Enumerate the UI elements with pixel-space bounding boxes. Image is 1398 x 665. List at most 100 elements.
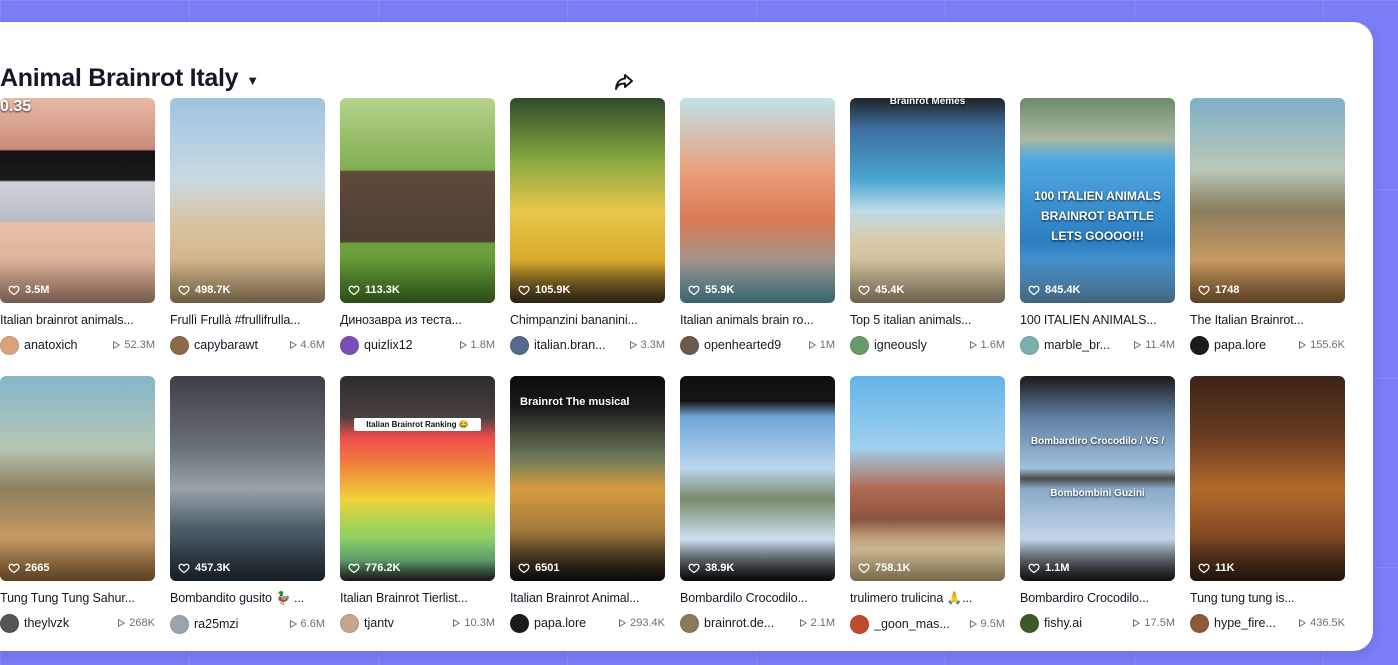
author-name[interactable]: openhearted9 xyxy=(704,338,803,352)
video-card[interactable]: 457.3K Bombandito gusito 🦆 ... ra25mzi 6… xyxy=(170,376,325,634)
video-card[interactable]: 105.9K Chimpanzini bananini... italian.b… xyxy=(510,98,665,355)
view-count-value: 52.3M xyxy=(124,339,155,351)
video-card[interactable]: 498.7K Frullì Frullà #frullifrulla... ca… xyxy=(170,98,325,355)
video-thumbnail[interactable]: 457.3K xyxy=(170,376,325,581)
video-card[interactable]: 758.1K trulimero trulicina 🙏... _goon_ma… xyxy=(850,376,1005,634)
video-meta: capybarawt 4.6M xyxy=(170,335,325,355)
author-name[interactable]: hype_fire... xyxy=(1214,616,1293,630)
author-name[interactable]: quizlix12 xyxy=(364,338,454,352)
thumbnail-overlay-text: Brainrot Memes xyxy=(889,98,966,107)
author-name[interactable]: italian.bran... xyxy=(534,338,624,352)
video-thumbnail[interactable]: 55.9K xyxy=(680,98,835,303)
avatar[interactable] xyxy=(680,335,699,355)
video-caption[interactable]: Chimpanzini bananini... xyxy=(510,313,665,327)
avatar[interactable] xyxy=(680,613,699,633)
video-card[interactable]: Bombardiro Crocodilo / VS / Bombombini G… xyxy=(1020,376,1175,633)
video-caption[interactable]: Tung tung tung is... xyxy=(1190,591,1345,605)
video-thumbnail[interactable]: 11K xyxy=(1190,376,1345,581)
view-count: 293.4K xyxy=(617,617,665,629)
video-caption[interactable]: Frullì Frullà #frullifrulla... xyxy=(170,313,325,327)
avatar[interactable] xyxy=(510,613,529,633)
video-card[interactable]: Italian Brainrot Ranking 😂 776.2K Italia… xyxy=(340,376,495,633)
video-caption[interactable]: 100 ITALIEN ANIMALS... xyxy=(1020,313,1175,327)
video-caption[interactable]: Italian Brainrot Tierlist... xyxy=(340,591,495,605)
avatar[interactable] xyxy=(1020,335,1039,355)
avatar[interactable] xyxy=(510,335,529,355)
author-name[interactable]: theylvzk xyxy=(24,616,112,630)
video-card[interactable]: 100 ITALIEN ANIMALS BRAINROT BATTLE LETS… xyxy=(1020,98,1175,355)
video-card[interactable]: 0.35 3.5M Italian brainrot animals... an… xyxy=(0,98,155,355)
author-name[interactable]: ra25mzi xyxy=(194,617,284,631)
video-card[interactable]: 11K Tung tung tung is... hype_fire... 43… xyxy=(1190,376,1345,633)
author-name[interactable]: igneously xyxy=(874,338,964,352)
video-caption[interactable]: Tung Tung Tung Sahur... xyxy=(0,591,155,605)
video-caption[interactable]: Bombardilo Crocodilo... xyxy=(680,591,835,605)
avatar[interactable] xyxy=(0,335,19,355)
play-icon xyxy=(1132,340,1142,350)
video-caption[interactable]: Bombandito gusito 🦆 ... xyxy=(170,591,325,606)
playlist-header: Animal Brainrot Italy ▼ xyxy=(0,64,259,93)
video-caption[interactable]: Top 5 italian animals... xyxy=(850,313,1005,327)
video-caption[interactable]: Bombardiro Crocodilo... xyxy=(1020,591,1175,605)
author-name[interactable]: anatoxich xyxy=(24,338,107,352)
avatar[interactable] xyxy=(850,335,869,355)
video-card[interactable]: 38.9K Bombardilo Crocodilo... brainrot.d… xyxy=(680,376,835,633)
avatar[interactable] xyxy=(1190,613,1209,633)
author-name[interactable]: papa.lore xyxy=(1214,338,1293,352)
avatar[interactable] xyxy=(340,613,359,633)
video-thumbnail[interactable]: Italian Brainrot Ranking 😂 776.2K xyxy=(340,376,495,581)
video-caption[interactable]: Italian brainrot animals... xyxy=(0,313,155,327)
video-meta: brainrot.de... 2.1M xyxy=(680,613,835,633)
video-thumbnail[interactable]: Bombardiro Crocodilo / VS / Bombombini G… xyxy=(1020,376,1175,581)
avatar[interactable] xyxy=(340,335,359,355)
video-card[interactable]: 113.3K Динозавра из теста... quizlix12 1… xyxy=(340,98,495,355)
video-thumbnail[interactable]: Brainrot The musical 6501 xyxy=(510,376,665,581)
like-count: 2665 xyxy=(8,562,49,574)
video-thumbnail[interactable]: 105.9K xyxy=(510,98,665,303)
video-thumbnail[interactable]: 758.1K xyxy=(850,376,1005,581)
play-icon xyxy=(1297,618,1307,628)
like-count-value: 776.2K xyxy=(365,562,401,574)
video-caption[interactable]: Italian animals brain ro... xyxy=(680,313,835,327)
play-icon xyxy=(807,340,817,350)
avatar[interactable] xyxy=(0,613,19,633)
video-thumbnail[interactable]: 113.3K xyxy=(340,98,495,303)
avatar[interactable] xyxy=(170,614,189,634)
video-card[interactable]: Brainrot The musical 6501 Italian Brainr… xyxy=(510,376,665,633)
video-caption[interactable]: The Italian Brainrot... xyxy=(1190,313,1345,327)
video-thumbnail[interactable]: 0.35 3.5M xyxy=(0,98,155,303)
video-card[interactable]: Brainrot Memes 45.4K Top 5 italian anima… xyxy=(850,98,1005,355)
avatar[interactable] xyxy=(170,335,189,355)
chevron-down-icon[interactable]: ▼ xyxy=(246,73,259,88)
video-caption[interactable]: Italian Brainrot Animal... xyxy=(510,591,665,605)
like-count: 6501 xyxy=(518,562,559,574)
video-caption[interactable]: Динозавра из теста... xyxy=(340,313,495,327)
author-name[interactable]: fishy.ai xyxy=(1044,616,1127,630)
video-caption[interactable]: trulimero trulicina 🙏... xyxy=(850,591,1005,606)
avatar[interactable] xyxy=(1020,613,1039,633)
author-name[interactable]: papa.lore xyxy=(534,616,613,630)
author-name[interactable]: marble_br... xyxy=(1044,338,1128,352)
video-thumbnail[interactable]: 2665 xyxy=(0,376,155,581)
playlist-title: Animal Brainrot Italy xyxy=(0,64,239,92)
author-name[interactable]: _goon_mas... xyxy=(874,617,964,631)
play-icon xyxy=(451,618,461,628)
video-card[interactable]: 2665 Tung Tung Tung Sahur... theylvzk 26… xyxy=(0,376,155,633)
video-thumbnail[interactable]: 498.7K xyxy=(170,98,325,303)
avatar[interactable] xyxy=(1190,335,1209,355)
avatar[interactable] xyxy=(850,614,869,634)
author-name[interactable]: brainrot.de... xyxy=(704,616,794,630)
author-name[interactable]: capybarawt xyxy=(194,338,284,352)
video-thumbnail[interactable]: 100 ITALIEN ANIMALS BRAINROT BATTLE LETS… xyxy=(1020,98,1175,303)
playlist-panel: Animal Brainrot Italy ▼ 0.35 3.5M Italia… xyxy=(0,22,1373,651)
video-thumbnail[interactable]: 1748 xyxy=(1190,98,1345,303)
video-card[interactable]: 55.9K Italian animals brain ro... openhe… xyxy=(680,98,835,355)
author-name[interactable]: tjantv xyxy=(364,616,447,630)
video-meta: igneously 1.6M xyxy=(850,335,1005,355)
video-thumbnail[interactable]: Brainrot Memes 45.4K xyxy=(850,98,1005,303)
share-arrow-icon[interactable] xyxy=(612,70,636,94)
like-count: 105.9K xyxy=(518,284,570,296)
video-thumbnail[interactable]: 38.9K xyxy=(680,376,835,581)
video-card[interactable]: 1748 The Italian Brainrot... papa.lore 1… xyxy=(1190,98,1345,355)
video-meta: _goon_mas... 9.5M xyxy=(850,614,1005,634)
